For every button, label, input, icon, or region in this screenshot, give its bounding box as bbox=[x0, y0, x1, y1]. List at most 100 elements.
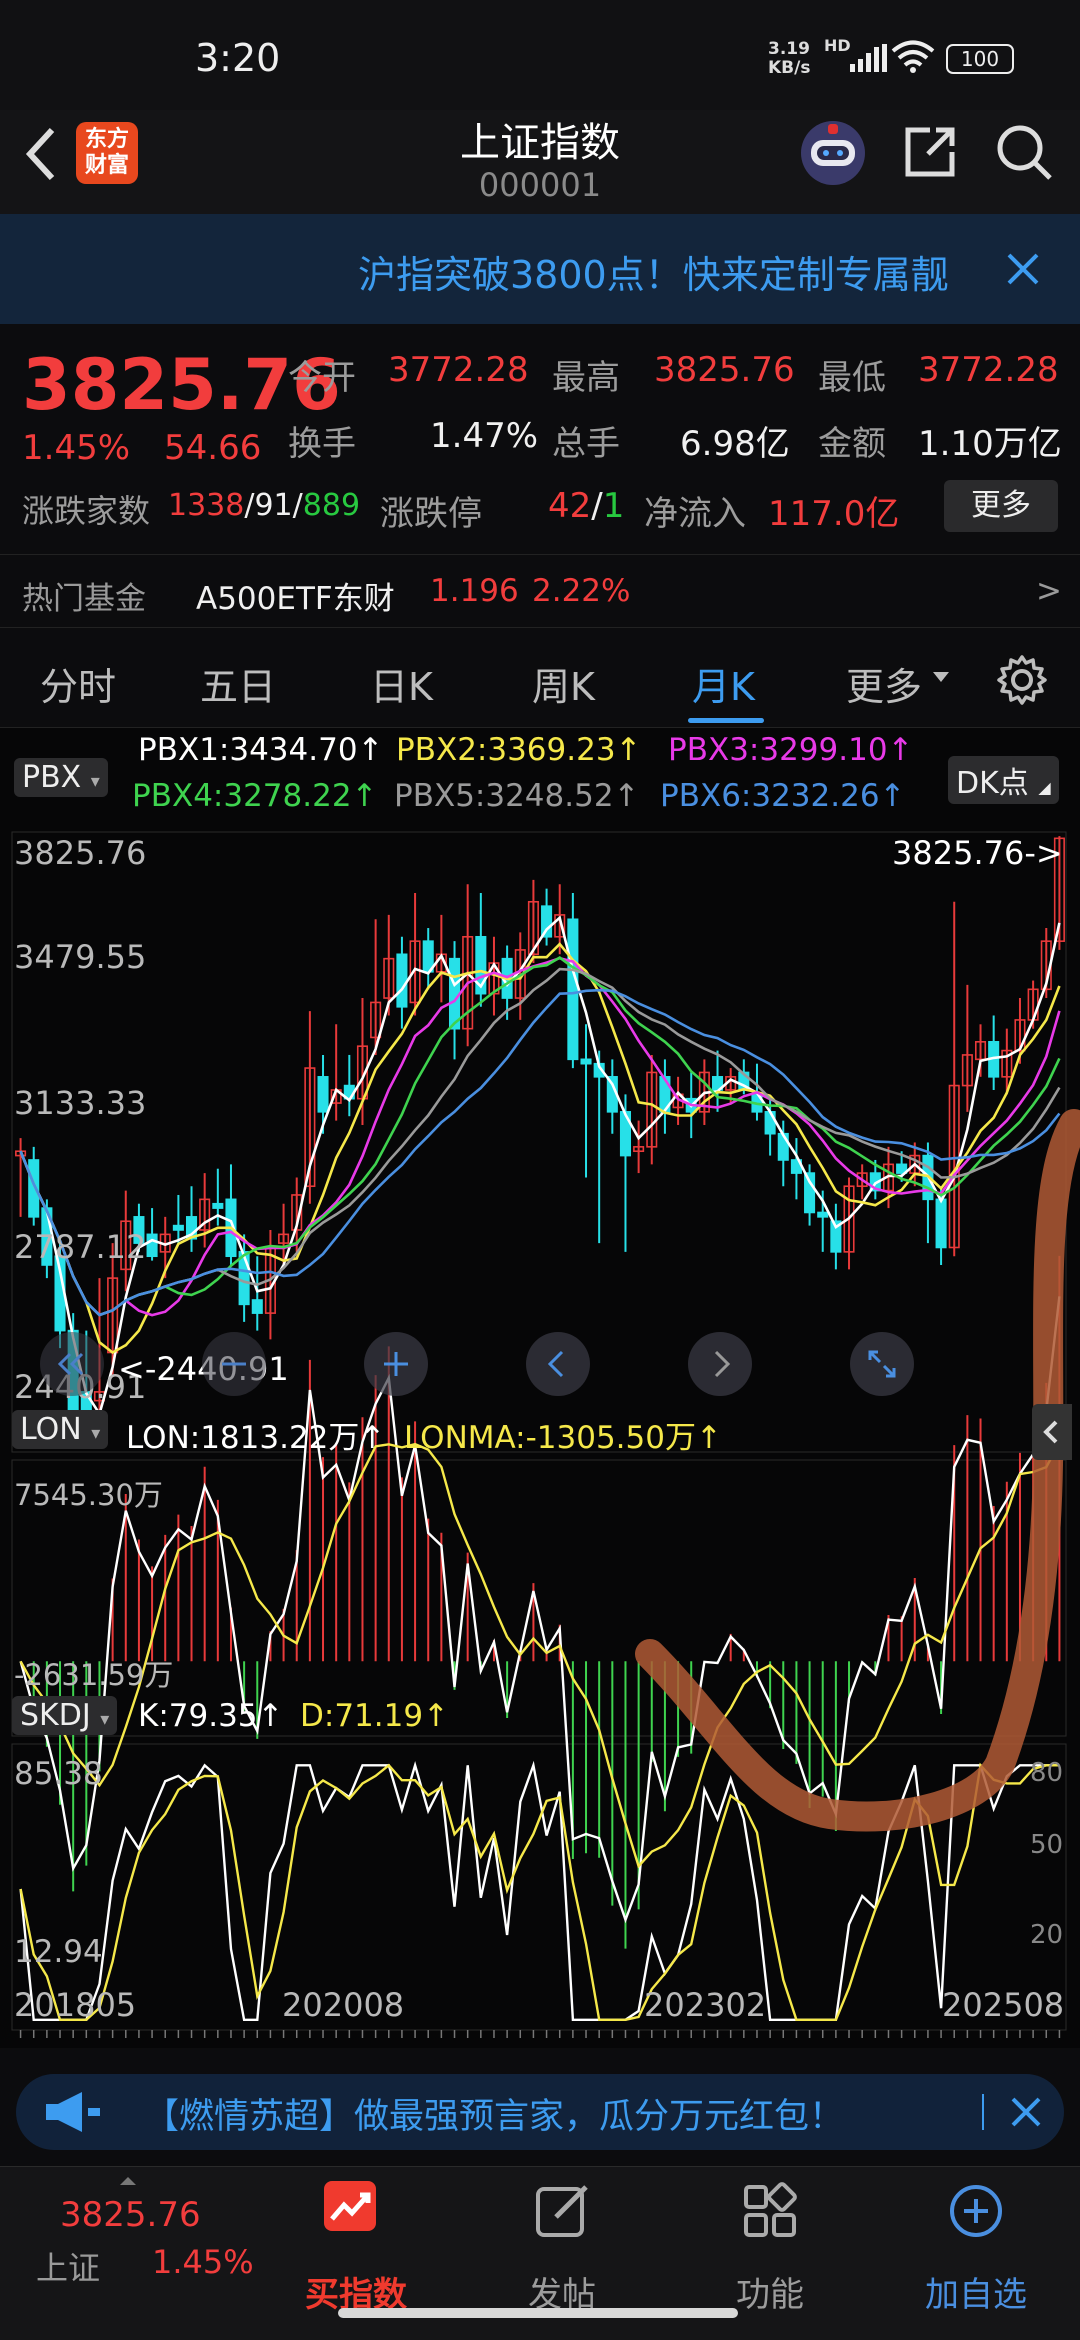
dropdown-icon bbox=[933, 672, 949, 682]
minus-icon bbox=[222, 1362, 246, 1366]
collapse-panel-button[interactable] bbox=[1032, 1404, 1072, 1460]
post-icon[interactable] bbox=[530, 2179, 594, 2243]
main-indicator-selector[interactable]: PBX ▾ bbox=[14, 758, 108, 797]
tab-five-day[interactable]: 五日 bbox=[200, 656, 276, 711]
robot-assistant-icon[interactable] bbox=[798, 118, 868, 188]
expand-up-icon[interactable] bbox=[118, 2175, 138, 2187]
time-axis-1: 201805 bbox=[14, 1986, 137, 2024]
candle-down bbox=[935, 1198, 947, 1249]
chart-first-button[interactable] bbox=[40, 1332, 104, 1396]
change-value: 54.66 bbox=[164, 428, 262, 468]
settings-gear-icon[interactable] bbox=[996, 654, 1048, 706]
status-bar: 3:20 3.19 KB/s HD 100 bbox=[0, 0, 1080, 110]
volume-label: 总手 bbox=[552, 424, 620, 464]
main-indicator-name: PBX bbox=[22, 760, 82, 795]
more-button[interactable]: 更多 bbox=[944, 480, 1058, 532]
promo-banner[interactable]: 【燃情苏超】做最强预言家，瓜分万元红包！ bbox=[16, 2074, 1064, 2150]
fund-chevron-icon[interactable]: > bbox=[1036, 573, 1062, 609]
flat-count: 91 bbox=[254, 488, 293, 523]
down-count: 889 bbox=[302, 488, 361, 523]
function-grid-icon[interactable] bbox=[738, 2179, 802, 2243]
tab-intraday[interactable]: 分时 bbox=[40, 656, 116, 711]
time-axis-4: 202508 bbox=[942, 1986, 1065, 2024]
pbx6-value: PBX6:3232.26↑ bbox=[660, 778, 906, 814]
home-indicator bbox=[338, 2308, 738, 2318]
candle-down bbox=[541, 905, 553, 938]
volume-value: 6.98亿 bbox=[680, 424, 790, 464]
hot-fund-row[interactable]: 热门基金 A500ETF东财 1.196 2.22% > bbox=[0, 554, 1080, 628]
low-label: 最低 bbox=[818, 358, 886, 398]
notice-banner[interactable]: 沪指突破3800点！快来定制专属靓 bbox=[0, 214, 1080, 324]
tab-more[interactable]: 更多 bbox=[846, 656, 922, 711]
status-time: 3:20 bbox=[195, 36, 281, 80]
pbx5-value: PBX5:3248.52↑ bbox=[394, 778, 640, 814]
add-watchlist-icon[interactable] bbox=[944, 2179, 1008, 2243]
pbx2-value: PBX2:3369.23↑ bbox=[396, 732, 642, 768]
candle-down bbox=[396, 953, 408, 1008]
lonma-value: LONMA:-1305.50万↑ bbox=[404, 1420, 722, 1456]
limit-label: 涨跌停 bbox=[380, 494, 482, 534]
plus-icon bbox=[384, 1352, 408, 1376]
tab-monthly-k[interactable]: 月K bbox=[692, 656, 755, 711]
banner-text[interactable]: 沪指突破3800点！快来定制专属靓 bbox=[358, 244, 972, 299]
time-axis-3: 202302 bbox=[644, 1986, 767, 2024]
amount-value: 1.10万亿 bbox=[918, 424, 1062, 464]
candle-down bbox=[567, 918, 579, 1061]
chart-next-button[interactable] bbox=[688, 1332, 752, 1396]
nav-index-name[interactable]: 上证 bbox=[36, 2243, 100, 2289]
chevron-right-icon bbox=[714, 1350, 731, 1378]
price-axis-top: 3825.76 bbox=[14, 834, 147, 872]
limit-down-count: 1 bbox=[602, 486, 625, 526]
pbx3-value: PBX3:3299.10↑ bbox=[668, 732, 914, 768]
nav-index-pct[interactable]: 1.45% bbox=[152, 2243, 254, 2281]
high-value: 3825.76 bbox=[654, 350, 795, 390]
limit-up-count: 42 bbox=[548, 486, 592, 526]
nav-add-watchlist[interactable]: 加自选 bbox=[906, 2267, 1046, 2316]
close-icon[interactable] bbox=[1010, 2096, 1042, 2128]
candle-down bbox=[212, 1202, 224, 1209]
max-price-marker: 3825.76-> bbox=[892, 834, 1063, 872]
amount-label: 金额 bbox=[818, 424, 886, 464]
skdj-k-value: K:79.35↑ bbox=[138, 1698, 284, 1734]
expand-icon bbox=[868, 1350, 896, 1378]
signal-icon bbox=[850, 44, 887, 72]
lon-panel-frame bbox=[11, 1459, 1067, 1737]
zoom-in-button[interactable] bbox=[364, 1332, 428, 1396]
candle-down bbox=[317, 1076, 329, 1113]
dk-point-button[interactable]: DK点 ◢ bbox=[948, 756, 1059, 804]
zoom-out-button[interactable] bbox=[202, 1332, 266, 1396]
price-axis-l2: 3479.55 bbox=[14, 938, 147, 976]
fullscreen-button[interactable] bbox=[850, 1332, 914, 1396]
pbx5-line bbox=[19, 967, 1061, 1317]
skdj-level-80: 80 bbox=[1030, 1758, 1064, 1788]
skdj-indicator-selector[interactable]: SKDJ ▾ bbox=[12, 1696, 118, 1735]
price-axis-l4: 2787.12 bbox=[14, 1228, 147, 1266]
search-icon[interactable] bbox=[994, 122, 1054, 182]
share-icon[interactable] bbox=[900, 122, 960, 182]
wifi-icon bbox=[891, 40, 935, 73]
time-axis-2: 202008 bbox=[282, 1986, 405, 2024]
nav-index-price[interactable]: 3825.76 bbox=[60, 2195, 201, 2235]
network-speed: 3.19 KB/s bbox=[768, 40, 810, 78]
close-icon[interactable] bbox=[1006, 252, 1040, 286]
candle-down bbox=[448, 957, 461, 1030]
netflow-value: 117.0亿 bbox=[768, 494, 900, 534]
promo-text[interactable]: 【燃情苏超】做最强预言家，瓜分万元红包！ bbox=[144, 2088, 844, 2139]
buy-index-icon[interactable] bbox=[314, 2175, 386, 2247]
tab-weekly-k[interactable]: 周K bbox=[532, 656, 595, 711]
promo-divider bbox=[982, 2094, 984, 2130]
lon-indicator-selector[interactable]: LON ▾ bbox=[12, 1410, 109, 1449]
lon-indicator-name: LON bbox=[20, 1412, 82, 1447]
candle-down bbox=[146, 1233, 158, 1258]
candle-down bbox=[777, 1132, 789, 1161]
kline-chart-area[interactable]: PBX ▾ PBX1:3434.70↑ PBX2:3369.23↑ PBX3:3… bbox=[0, 728, 1080, 2048]
pbx1-value: PBX1:3434.70↑ bbox=[138, 732, 384, 768]
breadth-label: 涨跌家数 bbox=[22, 492, 151, 530]
lon-axis-bottom: -2631.59万 bbox=[14, 1658, 174, 1692]
fund-name[interactable]: A500ETF东财 bbox=[196, 573, 395, 618]
change-pct: 1.45% bbox=[22, 428, 131, 468]
tab-daily-k[interactable]: 日K bbox=[370, 656, 433, 711]
pbx4-line bbox=[19, 956, 1061, 1317]
chart-prev-button[interactable] bbox=[526, 1332, 590, 1396]
dk-point-label: DK点 bbox=[956, 766, 1029, 801]
